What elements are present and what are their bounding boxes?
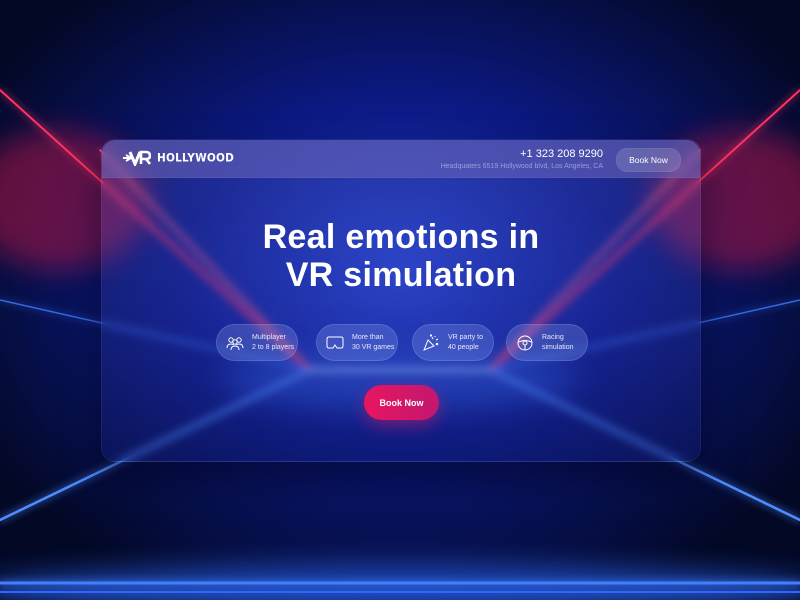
players-icon	[225, 333, 245, 353]
feature-vr-games: More than 30 VR games	[316, 324, 398, 361]
feature-line-2: 2 to 8 players	[252, 343, 295, 351]
phone-number[interactable]: +1 323 208 9290	[520, 148, 603, 160]
brand-logo[interactable]: HOLLYWOOD	[123, 150, 234, 166]
feature-vr-party: VR party to 40 people	[412, 324, 494, 361]
feature-racing: Racing simulation	[506, 324, 588, 361]
feature-multiplayer: Multiplayer 2 to 8 players	[216, 324, 298, 361]
headquarters-address: Headquaters 6519 Hollywood blvd, Los Ang…	[440, 163, 603, 170]
feature-line-2: simulation	[542, 343, 574, 351]
feature-line-2: 40 people	[448, 343, 479, 351]
brand-name: HOLLYWOOD	[157, 151, 235, 165]
steering-wheel-icon	[515, 333, 535, 353]
headline-line-1: Real emotions in	[262, 218, 540, 256]
feature-line-1: More than	[352, 333, 384, 341]
feature-line-1: VR party to	[448, 333, 484, 341]
party-popper-icon	[421, 333, 441, 353]
top-navigation-bar: HOLLYWOOD +1 323 208 9290 Headquaters 65…	[102, 140, 700, 178]
feature-line-1: Multiplayer	[252, 333, 286, 341]
feature-line-1: Racing	[542, 333, 564, 341]
vr-headset-icon	[325, 333, 345, 353]
hero-book-now-button[interactable]: Book Now	[364, 385, 439, 420]
vr-logo-icon	[123, 150, 151, 166]
hero-card: HOLLYWOOD +1 323 208 9290 Headquaters 65…	[101, 139, 701, 462]
feature-line-2: 30 VR games	[352, 343, 395, 351]
header-book-now-button[interactable]: Book Now	[616, 148, 681, 172]
hero-headline: Real emotions in VR simulation	[102, 218, 700, 294]
headline-line-2: VR simulation	[285, 256, 517, 294]
